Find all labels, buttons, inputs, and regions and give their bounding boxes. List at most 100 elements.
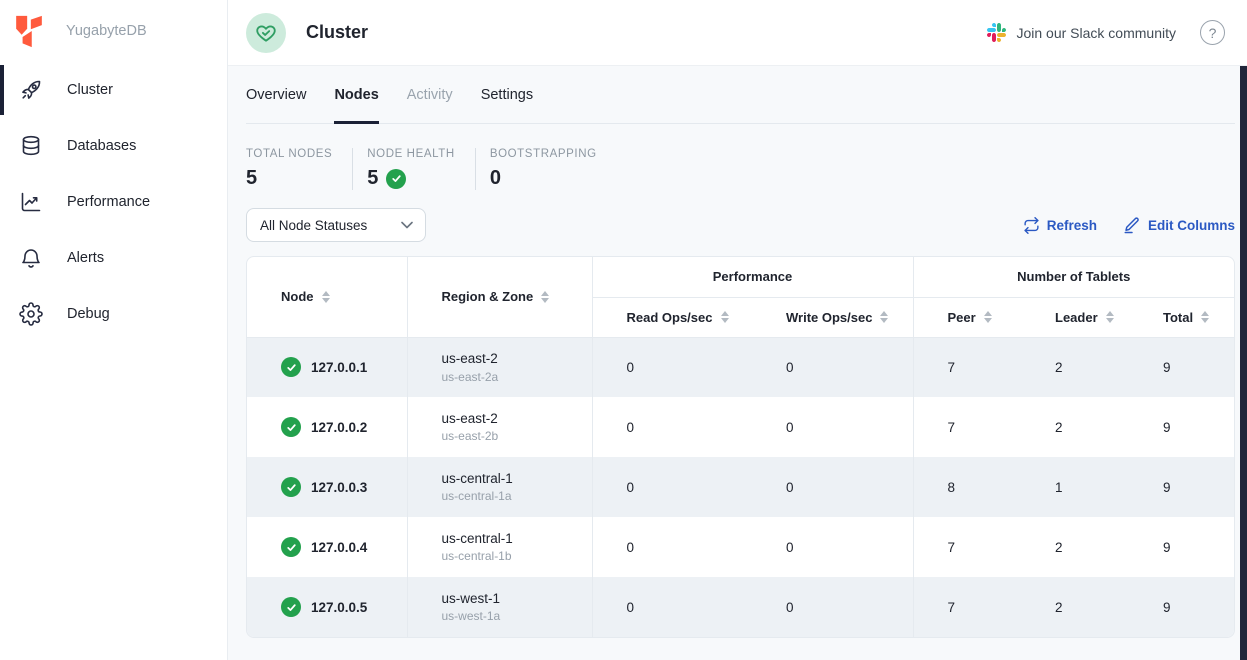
leader-cell: 2 xyxy=(1021,577,1129,637)
region-zone-cell: us-central-1us-central-1b xyxy=(407,517,592,577)
database-icon xyxy=(19,134,43,158)
tab-settings[interactable]: Settings xyxy=(481,66,533,123)
node-healthy-icon xyxy=(281,417,301,437)
sidebar-nav: Cluster Databases Performance Alerts xyxy=(0,62,227,342)
sidebar-item-debug[interactable]: Debug xyxy=(0,286,227,342)
total-cell: 9 xyxy=(1129,517,1234,577)
peer-cell: 7 xyxy=(913,397,1021,457)
column-header-region-zone[interactable]: Region & Zone xyxy=(407,257,592,337)
peer-cell: 8 xyxy=(913,457,1021,517)
column-header-node[interactable]: Node xyxy=(247,257,407,337)
edit-columns-button[interactable]: Edit Columns xyxy=(1123,216,1235,234)
stat-label: TOTAL NODES xyxy=(246,148,332,160)
peer-cell: 7 xyxy=(913,577,1021,637)
node-status-dropdown-value: All Node Statuses xyxy=(260,218,367,233)
node-cell: 127.0.0.4 xyxy=(247,517,407,577)
chart-line-icon xyxy=(19,190,43,214)
read-ops-cell: 0 xyxy=(592,397,752,457)
edit-columns-label: Edit Columns xyxy=(1148,218,1235,233)
stats-row: TOTAL NODES 5 NODE HEALTH 5 BOOTSTRAPPIN… xyxy=(246,148,1235,190)
slack-link-label: Join our Slack community xyxy=(1016,25,1176,41)
write-ops-cell: 0 xyxy=(752,517,913,577)
tab-nodes[interactable]: Nodes xyxy=(334,66,378,123)
refresh-icon xyxy=(1023,217,1040,234)
group-header-tablets: Number of Tablets xyxy=(913,257,1234,297)
stat-value: 5 xyxy=(367,167,455,190)
sidebar-item-label: Alerts xyxy=(67,250,104,266)
peer-cell: 7 xyxy=(913,337,1021,397)
rocket-icon xyxy=(19,78,43,102)
read-ops-cell: 0 xyxy=(592,337,752,397)
vertical-scrollbar[interactable] xyxy=(1240,66,1247,660)
sort-icon xyxy=(1201,311,1209,323)
brand-name: YugabyteDB xyxy=(66,23,147,39)
cluster-health-icon xyxy=(246,13,286,53)
region-zone-cell: us-east-2us-east-2a xyxy=(407,337,592,397)
read-ops-cell: 0 xyxy=(592,457,752,517)
leader-cell: 2 xyxy=(1021,337,1129,397)
write-ops-cell: 0 xyxy=(752,397,913,457)
table-row: 127.0.0.4 us-central-1us-central-1b 0 0 … xyxy=(247,517,1234,577)
brand: YugabyteDB xyxy=(0,0,227,62)
heart-check-icon xyxy=(255,22,277,44)
node-healthy-icon xyxy=(281,477,301,497)
node-healthy-icon xyxy=(281,357,301,377)
stat-label: BOOTSTRAPPING xyxy=(490,148,597,160)
sort-icon xyxy=(984,311,992,323)
chevron-down-icon xyxy=(401,221,413,229)
leader-cell: 1 xyxy=(1021,457,1129,517)
total-cell: 9 xyxy=(1129,577,1234,637)
column-header-read-ops[interactable]: Read Ops/sec xyxy=(592,297,752,337)
peer-cell: 7 xyxy=(913,517,1021,577)
refresh-button[interactable]: Refresh xyxy=(1023,216,1097,234)
column-header-peer[interactable]: Peer xyxy=(913,297,1021,337)
sort-icon xyxy=(1106,311,1114,323)
filter-row: All Node Statuses Refresh Edit Columns xyxy=(246,208,1235,242)
sort-icon xyxy=(541,291,549,303)
nodes-table-card: Node Region & Zone Performance Number of… xyxy=(246,256,1235,638)
gear-icon xyxy=(19,302,43,326)
total-cell: 9 xyxy=(1129,397,1234,457)
sidebar: YugabyteDB Cluster Databases xyxy=(0,0,228,660)
sidebar-item-alerts[interactable]: Alerts xyxy=(0,230,227,286)
healthy-check-icon xyxy=(386,169,406,189)
node-status-dropdown[interactable]: All Node Statuses xyxy=(246,208,426,242)
tab-activity[interactable]: Activity xyxy=(407,66,453,123)
column-header-write-ops[interactable]: Write Ops/sec xyxy=(752,297,913,337)
node-healthy-icon xyxy=(281,537,301,557)
region-zone-cell: us-central-1us-central-1a xyxy=(407,457,592,517)
write-ops-cell: 0 xyxy=(752,337,913,397)
nodes-table: Node Region & Zone Performance Number of… xyxy=(247,257,1234,637)
leader-cell: 2 xyxy=(1021,397,1129,457)
sort-icon xyxy=(880,311,888,323)
node-cell: 127.0.0.1 xyxy=(247,337,407,397)
stat-node-health: NODE HEALTH 5 xyxy=(353,148,476,190)
sidebar-item-performance[interactable]: Performance xyxy=(0,174,227,230)
help-button[interactable]: ? xyxy=(1200,20,1225,45)
stat-value: 0 xyxy=(490,167,597,190)
sidebar-item-cluster[interactable]: Cluster xyxy=(0,62,227,118)
write-ops-cell: 0 xyxy=(752,577,913,637)
stat-value: 5 xyxy=(246,167,332,190)
sort-icon xyxy=(322,291,330,303)
node-healthy-icon xyxy=(281,597,301,617)
slack-community-link[interactable]: Join our Slack community xyxy=(987,23,1176,42)
write-ops-cell: 0 xyxy=(752,457,913,517)
question-mark-icon: ? xyxy=(1209,25,1217,41)
table-row: 127.0.0.3 us-central-1us-central-1a 0 0 … xyxy=(247,457,1234,517)
sidebar-item-databases[interactable]: Databases xyxy=(0,118,227,174)
sidebar-item-label: Cluster xyxy=(67,82,113,98)
tab-overview[interactable]: Overview xyxy=(246,66,306,123)
sidebar-item-label: Performance xyxy=(67,194,150,210)
table-row: 127.0.0.5 us-west-1us-west-1a 0 0 7 2 9 xyxy=(247,577,1234,637)
page-title: Cluster xyxy=(306,22,368,43)
column-header-leader[interactable]: Leader xyxy=(1021,297,1129,337)
tabbar: Overview Nodes Activity Settings xyxy=(246,66,1235,124)
column-header-total[interactable]: Total xyxy=(1129,297,1234,337)
sidebar-item-label: Databases xyxy=(67,138,136,154)
stat-bootstrapping: BOOTSTRAPPING 0 xyxy=(476,148,617,190)
edit-pencil-icon xyxy=(1123,216,1141,234)
read-ops-cell: 0 xyxy=(592,577,752,637)
region-zone-cell: us-west-1us-west-1a xyxy=(407,577,592,637)
slack-icon xyxy=(987,23,1006,42)
